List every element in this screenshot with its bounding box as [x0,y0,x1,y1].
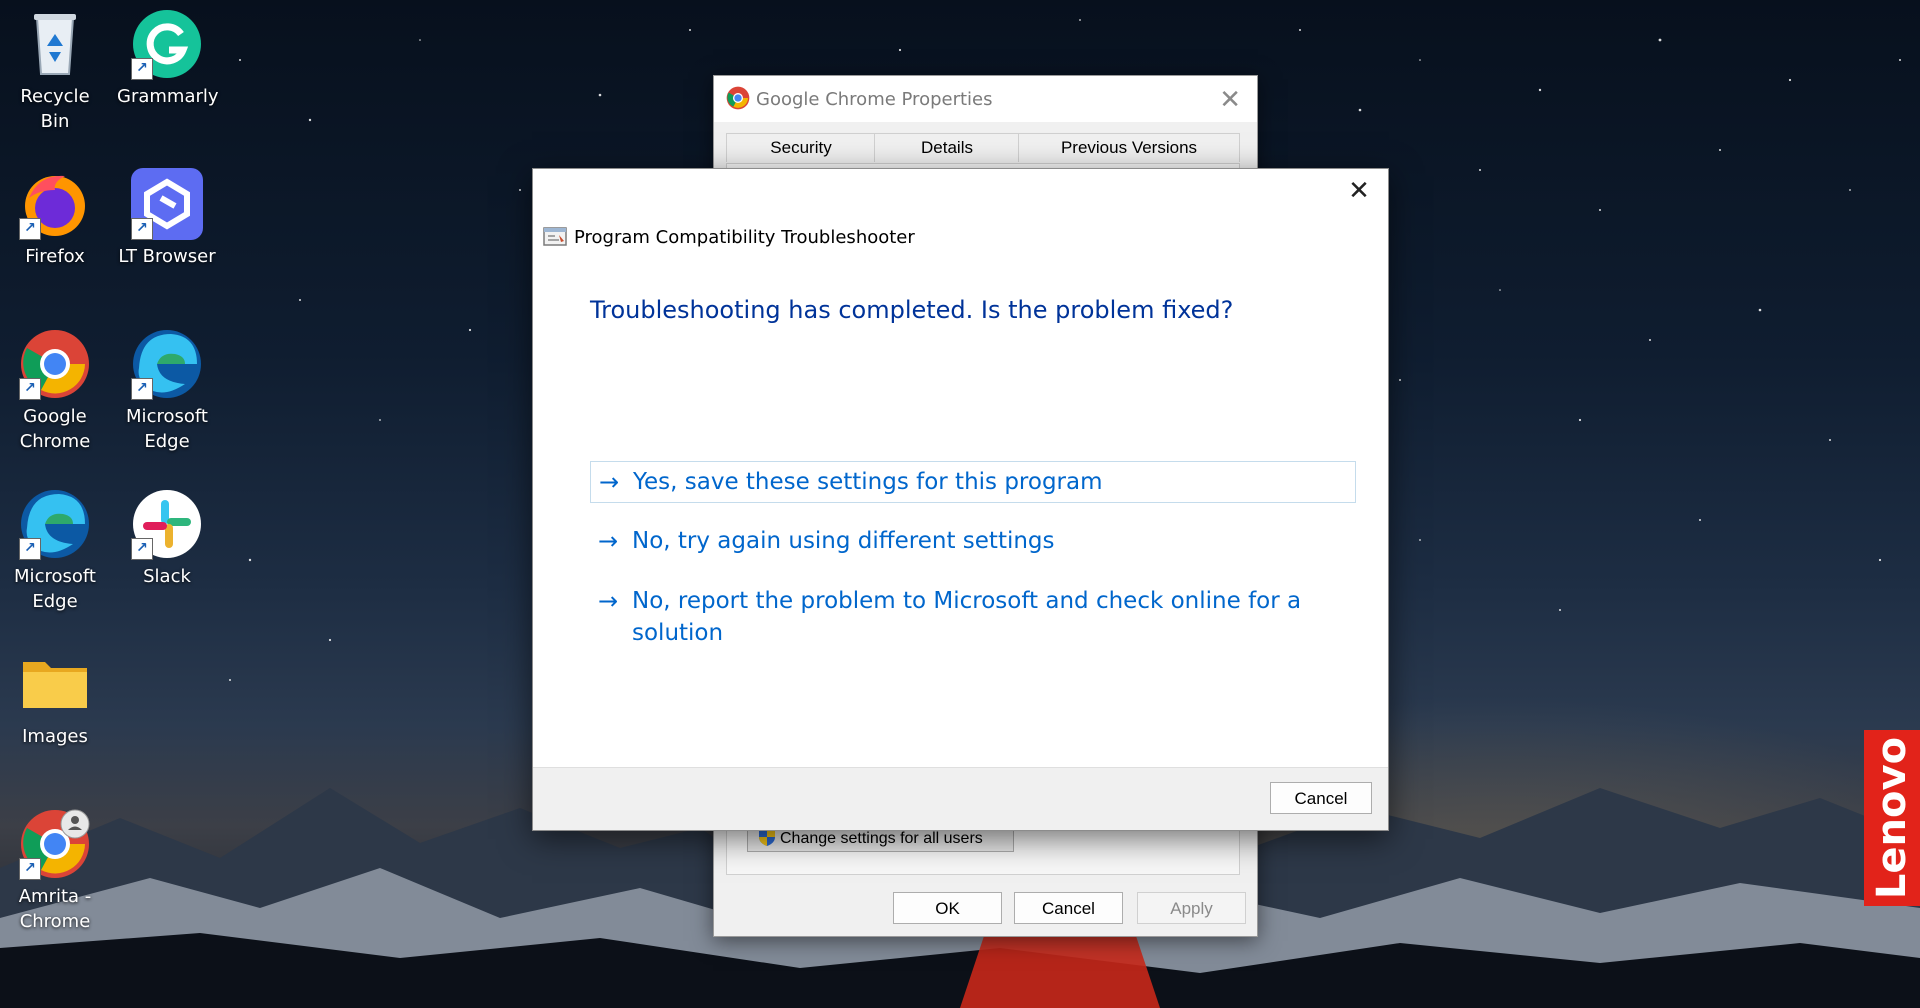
properties-tabs: Security Details Previous Versions [726,133,1240,163]
edge-icon: ↗ [131,328,203,400]
troubleshooter-icon [543,227,567,246]
properties-title: Google Chrome Properties [756,89,993,110]
desktop-icon-lt-browser[interactable]: ↗ LT Browser [117,168,217,269]
option-yes-save-settings[interactable]: → Yes, save these settings for this prog… [590,461,1356,503]
arrow-right-icon: → [598,527,619,555]
slack-icon: ↗ [131,488,203,560]
tab-previous-versions[interactable]: Previous Versions [1018,133,1240,162]
option-label: Yes, save these settings for this progra… [633,469,1103,495]
desktop-icon-recycle-bin[interactable]: Recycle Bin [5,8,105,134]
arrow-right-icon: → [599,468,620,496]
desktop-icon-label: Grammarly [117,86,219,107]
troubleshooter-question: Troubleshooting has completed. Is the pr… [590,296,1234,324]
troubleshooter-dialog: ✕ Program Compatibility Troubleshooter T… [532,168,1389,831]
firefox-icon: ↗ [19,168,91,240]
tab-security[interactable]: Security [726,133,876,162]
shortcut-arrow-icon: ↗ [131,538,153,560]
option-label: No, try again using different settings [632,528,1055,554]
lenovo-logo-text: Lenovo [1869,736,1915,900]
grammarly-icon: ↗ [131,8,203,80]
desktop-icon-label: Google Chrome [19,406,91,452]
close-icon[interactable]: ✕ [1219,84,1241,115]
lt-browser-icon: ↗ [131,168,203,240]
ok-button[interactable]: OK [893,892,1002,924]
chrome-icon: ↗ [19,328,91,400]
desktop-icon-firefox[interactable]: ↗ Firefox [5,168,105,269]
chrome-profile-icon: ↗ [19,808,91,880]
desktop-icon-google-chrome[interactable]: ↗ Google Chrome [5,328,105,454]
desktop-icon-microsoft-edge[interactable]: ↗ Microsoft Edge [117,328,217,454]
apply-button[interactable]: Apply [1137,892,1246,924]
shortcut-arrow-icon: ↗ [19,218,41,240]
recycle-bin-icon [19,8,91,80]
option-no-report-problem[interactable]: → No, report the problem to Microsoft an… [590,581,1356,653]
desktop-icon-label: Microsoft Edge [14,566,96,612]
shortcut-arrow-icon: ↗ [131,218,153,240]
folder-icon [19,648,91,720]
close-icon[interactable]: ✕ [1344,175,1374,205]
change-settings-label: Change settings for all users [780,830,983,847]
shortcut-arrow-icon: ↗ [131,378,153,400]
desktop-icon-label: Microsoft Edge [126,406,208,452]
shortcut-arrow-icon: ↗ [19,378,41,400]
arrow-right-icon: → [598,587,619,615]
cancel-button[interactable]: Cancel [1270,782,1372,814]
desktop-icon-label: Recycle Bin [20,86,90,132]
desktop-icon-label: Amrita - Chrome [18,886,92,932]
desktop-icon-microsoft-edge-2[interactable]: ↗ Microsoft Edge [5,488,105,614]
desktop-icon-label: Images [22,726,88,747]
troubleshooter-footer: Cancel [533,767,1388,830]
desktop-icon-amrita-chrome[interactable]: ↗ Amrita - Chrome [5,808,105,934]
desktop: Recycle Bin ↗ Grammarly ↗ Firefox ↗ LT B… [0,0,1920,1008]
properties-titlebar: Google Chrome Properties ✕ [714,76,1257,122]
desktop-icon-slack[interactable]: ↗ Slack [117,488,217,589]
shortcut-arrow-icon: ↗ [19,538,41,560]
desktop-icon-label: Firefox [25,246,85,267]
cancel-button[interactable]: Cancel [1014,892,1123,924]
option-label: No, report the problem to Microsoft and … [632,588,1302,646]
shortcut-arrow-icon: ↗ [131,58,153,80]
desktop-icon-label: Slack [143,566,191,587]
desktop-icon-grammarly[interactable]: ↗ Grammarly [117,8,219,109]
option-no-try-again[interactable]: → No, try again using different settings [590,521,1356,561]
edge-icon: ↗ [19,488,91,560]
troubleshooter-title: Program Compatibility Troubleshooter [574,227,915,248]
chrome-icon [726,86,750,110]
shortcut-arrow-icon: ↗ [19,858,41,880]
tab-details[interactable]: Details [874,133,1020,162]
desktop-icon-images-folder[interactable]: Images [5,648,105,749]
lenovo-badge: Lenovo [1864,730,1920,906]
desktop-icon-label: LT Browser [118,246,216,267]
